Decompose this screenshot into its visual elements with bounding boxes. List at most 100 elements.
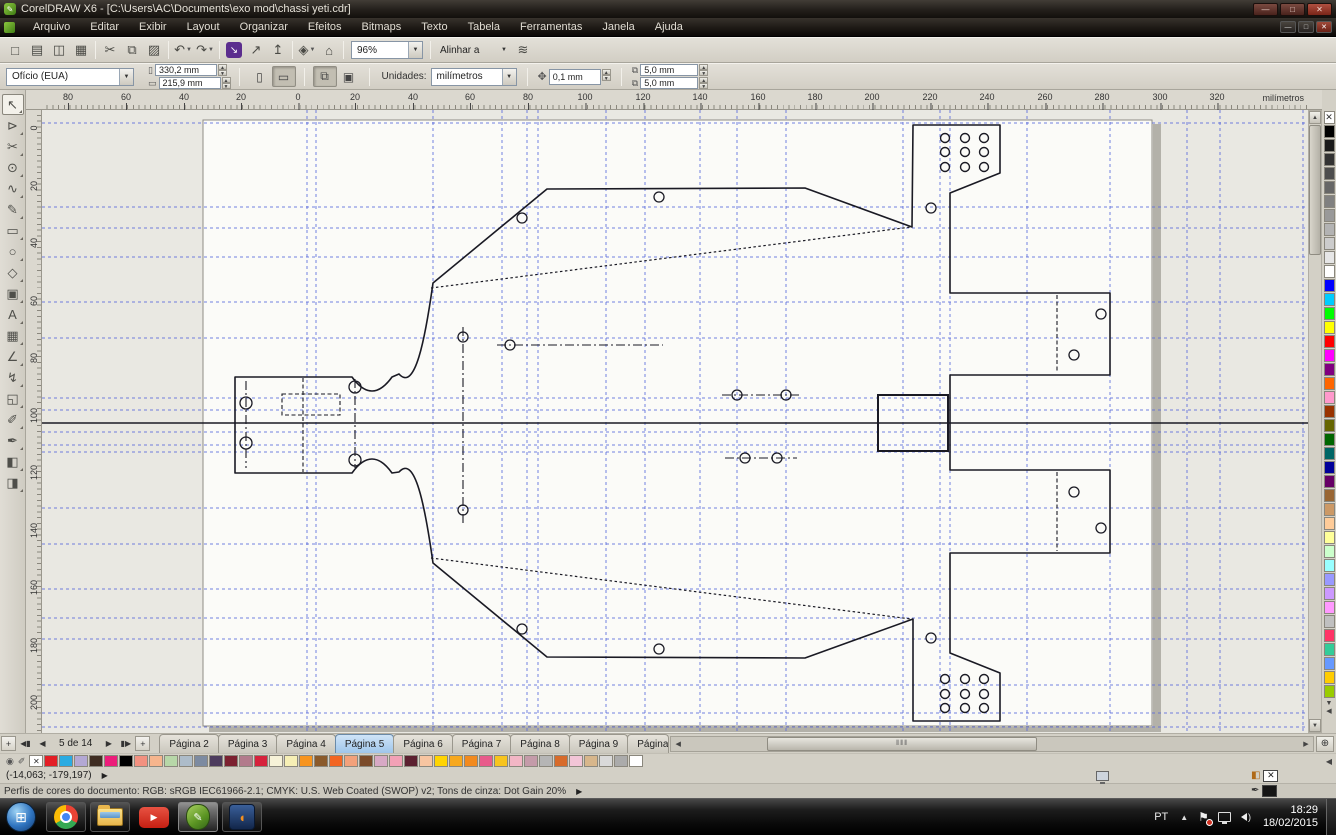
doc-color-swatch[interactable] bbox=[74, 755, 89, 767]
start-button[interactable]: ⊞ bbox=[6, 802, 36, 832]
cmyk-color-swatch[interactable] bbox=[1323, 139, 1335, 152]
doc-color-swatch[interactable] bbox=[374, 755, 389, 767]
import-icon[interactable]: ↘ bbox=[223, 40, 245, 60]
doc-color-swatch[interactable] bbox=[269, 755, 284, 767]
doc-restore-button[interactable]: □ bbox=[1298, 21, 1314, 33]
cmyk-color-swatch[interactable] bbox=[1323, 629, 1335, 642]
last-page-button[interactable]: ▮▶ bbox=[118, 736, 133, 751]
paper-type-combo[interactable]: Ofício (EUA) ▼ bbox=[6, 67, 134, 86]
pan-zoom-button[interactable]: ⊕ bbox=[1316, 735, 1334, 752]
zoom-level-combo[interactable]: 96% ▼ bbox=[351, 41, 423, 59]
close-button[interactable]: ✕ bbox=[1307, 2, 1332, 16]
add-page-button[interactable]: + bbox=[1, 736, 16, 751]
doc-color-swatch[interactable] bbox=[344, 755, 359, 767]
doc-color-swatch[interactable] bbox=[104, 755, 119, 767]
doc-color-swatch[interactable] bbox=[224, 755, 239, 767]
restore-button[interactable]: □ bbox=[1280, 2, 1305, 16]
doc-color-swatch[interactable] bbox=[464, 755, 479, 767]
doc-color-swatch[interactable] bbox=[494, 755, 509, 767]
doc-close-button[interactable]: ✕ bbox=[1316, 21, 1332, 33]
open-icon[interactable]: ▤ bbox=[26, 40, 48, 60]
redo-icon[interactable]: ↷ ▼ bbox=[194, 40, 216, 60]
freehand-tool[interactable]: ∿ bbox=[2, 178, 24, 199]
palette-eyedropper-icon[interactable]: ✐ bbox=[18, 756, 26, 767]
tab-página-9[interactable]: Página 9 bbox=[568, 733, 629, 754]
cmyk-color-swatch[interactable] bbox=[1323, 251, 1335, 264]
cmyk-color-swatch[interactable] bbox=[1323, 475, 1335, 488]
doc-color-swatch[interactable] bbox=[89, 755, 104, 767]
doc-color-swatch[interactable] bbox=[629, 755, 644, 767]
chevron-down-icon[interactable]: ▼ bbox=[119, 68, 133, 85]
doc-color-swatch[interactable] bbox=[509, 755, 524, 767]
tab-página-3[interactable]: Página 3 bbox=[217, 733, 278, 754]
cmyk-color-swatch[interactable] bbox=[1323, 307, 1335, 320]
cmyk-color-swatch[interactable] bbox=[1323, 349, 1335, 362]
blend-tool[interactable]: ◱ bbox=[2, 388, 24, 409]
palette-scroll-left-icon[interactable]: ◀ bbox=[1326, 757, 1332, 766]
interactive-fill-tool[interactable]: ◨ bbox=[2, 472, 24, 493]
artistic-media-tool[interactable]: ✎ bbox=[2, 199, 24, 220]
taskbar-coreldraw[interactable]: ✎ bbox=[178, 802, 218, 832]
previous-page-button[interactable]: ◀ bbox=[35, 736, 50, 751]
doc-color-swatch[interactable] bbox=[239, 755, 254, 767]
text-tool[interactable]: A bbox=[2, 304, 24, 325]
horizontal-scrollbar[interactable]: ◀ ⦀⦀⦀ ▶ bbox=[670, 735, 1314, 752]
cmyk-color-swatch[interactable] bbox=[1323, 419, 1335, 432]
menu-item-layout[interactable]: Layout bbox=[177, 18, 230, 37]
doc-color-swatch[interactable] bbox=[479, 755, 494, 767]
cmyk-color-swatch[interactable] bbox=[1323, 335, 1335, 348]
doc-color-swatch[interactable] bbox=[389, 755, 404, 767]
cmyk-color-swatch[interactable] bbox=[1323, 153, 1335, 166]
cmyk-color-swatch[interactable] bbox=[1323, 447, 1335, 460]
doc-color-swatch[interactable] bbox=[254, 755, 269, 767]
polygon-tool[interactable]: ◇ bbox=[2, 262, 24, 283]
doc-color-swatch[interactable] bbox=[44, 755, 59, 767]
cmyk-color-swatch[interactable] bbox=[1323, 405, 1335, 418]
chevron-down-icon[interactable]: ▼ bbox=[497, 42, 511, 58]
cmyk-color-swatch[interactable] bbox=[1323, 489, 1335, 502]
vertical-scrollbar[interactable]: ▲ ▼ bbox=[1308, 110, 1322, 733]
doc-minimize-button[interactable]: — bbox=[1280, 21, 1296, 33]
cmyk-color-swatch[interactable] bbox=[1323, 293, 1335, 306]
units-combo[interactable]: milímetros ▼ bbox=[430, 67, 517, 86]
chevron-down-icon[interactable]: ▼ bbox=[501, 68, 516, 85]
status-expand-icon[interactable]: ▶ bbox=[102, 771, 108, 780]
snap-to-combo[interactable]: Alinhar a ▼ bbox=[434, 41, 512, 59]
cmyk-color-swatch[interactable] bbox=[1323, 573, 1335, 586]
menu-item-tabela[interactable]: Tabela bbox=[458, 18, 510, 37]
ellipse-tool[interactable]: ○ bbox=[2, 241, 24, 262]
dimension-tool[interactable]: ∠ bbox=[2, 346, 24, 367]
vertical-scroll-thumb[interactable] bbox=[1309, 125, 1321, 255]
doc-color-swatch[interactable] bbox=[149, 755, 164, 767]
scroll-down-icon[interactable]: ▼ bbox=[1309, 719, 1321, 732]
action-center-flag-icon[interactable]: ⚑ bbox=[1198, 810, 1213, 826]
menu-item-arquivo[interactable]: Arquivo bbox=[23, 18, 80, 37]
horizontal-scroll-thumb[interactable]: ⦀⦀⦀ bbox=[767, 736, 1038, 751]
landscape-button[interactable]: ▭ bbox=[271, 66, 296, 87]
scroll-left-icon[interactable]: ◀ bbox=[671, 737, 685, 751]
taskbar-media-player[interactable]: ◖ bbox=[222, 802, 262, 832]
copy-icon[interactable]: ⧉ bbox=[121, 40, 143, 60]
minimize-button[interactable]: — bbox=[1253, 2, 1278, 16]
status-expand-icon-2[interactable]: ▶ bbox=[576, 787, 582, 796]
tab-página-5[interactable]: Página 5 bbox=[334, 733, 395, 754]
page-width-field[interactable]: 330,2 mm bbox=[154, 64, 217, 76]
cmyk-color-swatch[interactable] bbox=[1323, 391, 1335, 404]
cmyk-color-swatch[interactable] bbox=[1323, 671, 1335, 684]
crop-tool[interactable]: ✂ bbox=[2, 136, 24, 157]
tab-página-8[interactable]: Página 8 bbox=[510, 733, 570, 754]
doc-color-swatch[interactable] bbox=[209, 755, 224, 767]
cmyk-color-swatch[interactable] bbox=[1323, 615, 1335, 628]
paste-icon[interactable]: ▨ bbox=[143, 40, 165, 60]
language-indicator[interactable]: PT bbox=[1154, 811, 1168, 823]
menu-item-ferramentas[interactable]: Ferramentas bbox=[510, 18, 592, 37]
clock[interactable]: 18:29 18/02/2015 bbox=[1263, 804, 1318, 830]
first-page-button[interactable]: ◀▮ bbox=[18, 736, 33, 751]
scroll-up-icon[interactable]: ▲ bbox=[1309, 111, 1321, 124]
menu-item-exibir[interactable]: Exibir bbox=[129, 18, 177, 37]
add-page-button-2[interactable]: + bbox=[135, 736, 151, 751]
cmyk-color-swatch[interactable] bbox=[1323, 265, 1335, 278]
doc-color-swatch[interactable] bbox=[59, 755, 74, 767]
cmyk-color-swatch[interactable] bbox=[1323, 643, 1335, 656]
page-height-field[interactable]: 215,9 mm bbox=[158, 77, 221, 89]
